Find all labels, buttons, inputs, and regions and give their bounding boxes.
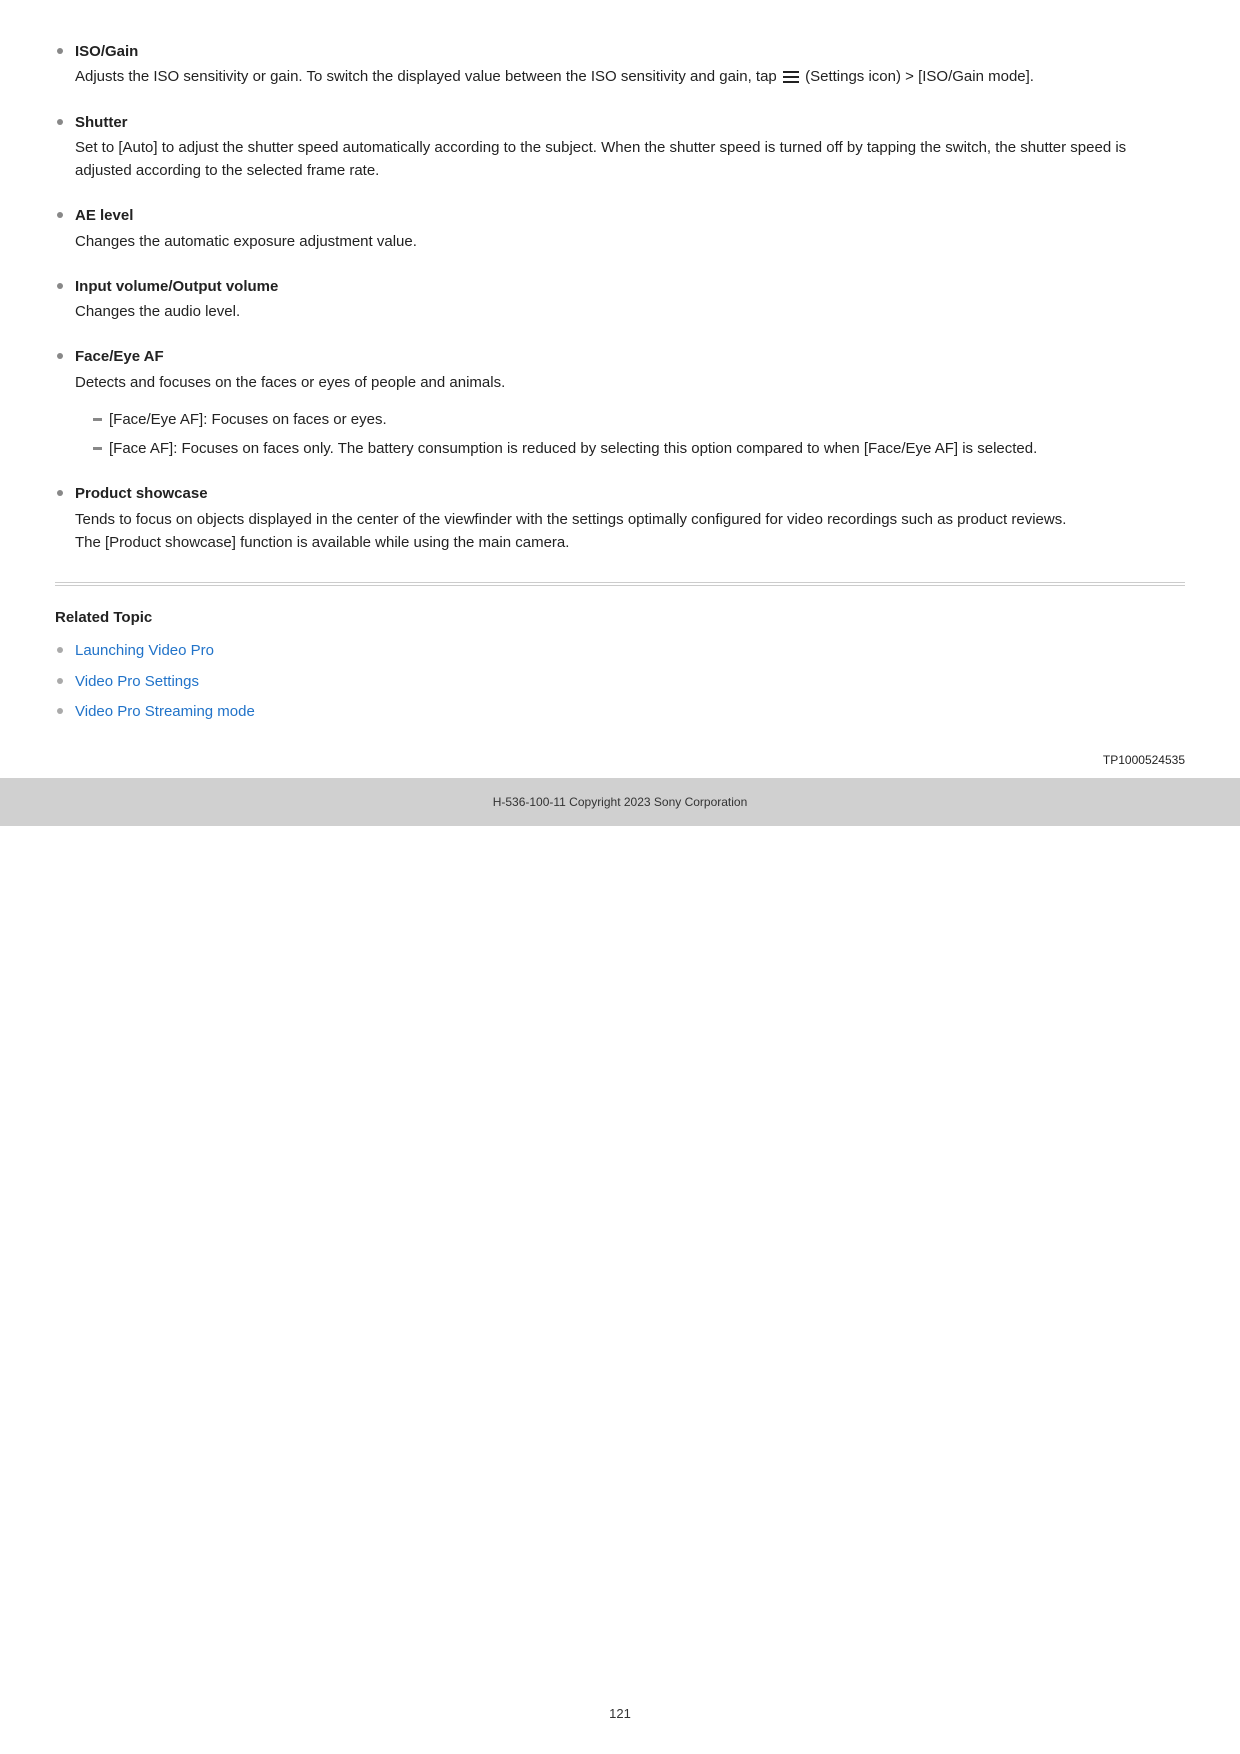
feature-title: Shutter	[75, 111, 1185, 134]
feature-item-volume: Input volume/Output volume Changes the a…	[55, 275, 1185, 324]
feature-title: Product showcase	[75, 482, 1185, 505]
desc-text-before: Adjusts the ISO sensitivity or gain. To …	[75, 68, 781, 85]
related-topic-heading: Related Topic	[55, 606, 1185, 629]
feature-list: ISO/Gain Adjusts the ISO sensitivity or …	[55, 40, 1185, 554]
menu-icon	[783, 71, 799, 83]
sub-item: [Face AF]: Focuses on faces only. The ba…	[93, 437, 1185, 460]
related-links: Launching Video Pro Video Pro Settings V…	[55, 639, 1185, 723]
feature-item-product-showcase: Product showcase Tends to focus on objec…	[55, 482, 1185, 554]
feature-desc: Detects and focuses on the faces or eyes…	[75, 371, 1185, 394]
link-launching-video-pro[interactable]: Launching Video Pro	[75, 642, 214, 659]
divider	[55, 585, 1185, 586]
feature-desc: Changes the audio level.	[75, 300, 1185, 323]
link-video-pro-streaming[interactable]: Video Pro Streaming mode	[75, 703, 255, 720]
feature-desc: Tends to focus on objects displayed in t…	[75, 508, 1185, 555]
sub-list: [Face/Eye AF]: Focuses on faces or eyes.…	[75, 408, 1185, 461]
feature-desc: Changes the automatic exposure adjustmen…	[75, 230, 1185, 253]
feature-title: AE level	[75, 204, 1185, 227]
desc-text-after: (Settings icon) > [ISO/Gain mode].	[801, 68, 1034, 85]
list-item: Video Pro Settings	[55, 670, 1185, 693]
feature-desc: Set to [Auto] to adjust the shutter spee…	[75, 136, 1185, 183]
feature-item-iso-gain: ISO/Gain Adjusts the ISO sensitivity or …	[55, 40, 1185, 89]
list-item: Video Pro Streaming mode	[55, 700, 1185, 723]
feature-item-ae-level: AE level Changes the automatic exposure …	[55, 204, 1185, 253]
feature-item-shutter: Shutter Set to [Auto] to adjust the shut…	[55, 111, 1185, 183]
link-video-pro-settings[interactable]: Video Pro Settings	[75, 673, 199, 690]
feature-item-face-eye-af: Face/Eye AF Detects and focuses on the f…	[55, 345, 1185, 460]
divider	[55, 582, 1185, 583]
sub-item: [Face/Eye AF]: Focuses on faces or eyes.	[93, 408, 1185, 431]
feature-title: ISO/Gain	[75, 40, 1185, 63]
feature-title: Input volume/Output volume	[75, 275, 1185, 298]
copyright-footer: H-536-100-11 Copyright 2023 Sony Corpora…	[0, 778, 1240, 827]
document-number: TP1000524535	[55, 751, 1185, 770]
feature-title: Face/Eye AF	[75, 345, 1185, 368]
page-number: 121	[0, 1704, 1240, 1724]
feature-desc: Adjusts the ISO sensitivity or gain. To …	[75, 65, 1185, 88]
list-item: Launching Video Pro	[55, 639, 1185, 662]
